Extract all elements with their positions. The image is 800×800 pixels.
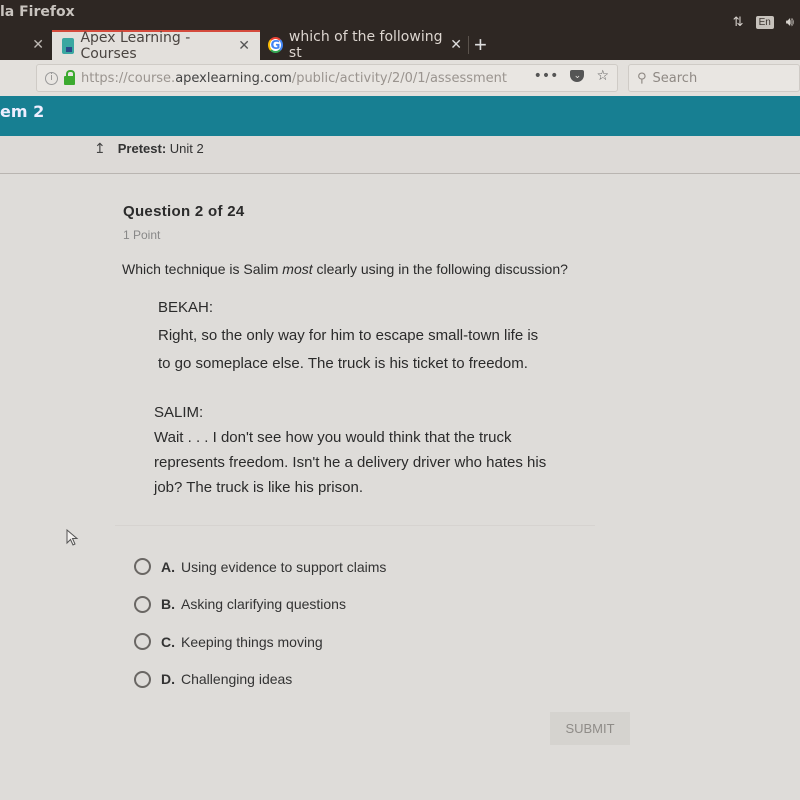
close-icon[interactable]: ✕ — [32, 37, 44, 53]
option-letter: D. — [161, 671, 175, 688]
tab-previous[interactable]: ✕ — [0, 30, 52, 60]
search-placeholder: Search — [652, 70, 698, 86]
tab-divider — [468, 36, 469, 54]
bookmark-star-icon[interactable]: ☆ — [596, 68, 609, 84]
submit-button[interactable]: SUBMIT — [550, 712, 630, 745]
option-letter: B. — [161, 596, 175, 613]
search-input[interactable]: ⚲ Search — [628, 64, 800, 92]
tab-google-search[interactable]: G which of the following st ✕ — [262, 29, 468, 61]
lock-icon[interactable] — [64, 69, 75, 85]
tab-label: which of the following st — [288, 29, 443, 61]
speaker-name: BEKAH: — [158, 299, 214, 316]
back-up-arrow-icon[interactable]: ↥ — [94, 140, 106, 157]
tab-strip: ✕ Apex Learning - Courses ✕ G which of t… — [0, 29, 800, 62]
question-prompt: Which technique is Salim most clearly us… — [122, 261, 568, 277]
navigation-bar: i https://course.apexlearning.com/public… — [0, 60, 800, 96]
google-favicon-icon: G — [268, 37, 283, 53]
option-b[interactable]: B. Asking clarifying questions — [134, 586, 386, 624]
tab-label: Apex Learning - Courses — [80, 30, 191, 62]
keyboard-layout-indicator[interactable]: En — [755, 15, 774, 29]
tab-apex-learning[interactable]: Apex Learning - Courses ✕ — [52, 30, 260, 62]
passage-line: Right, so the only way for him to escape… — [158, 327, 539, 344]
volume-icon[interactable]: 🔊︎ — [786, 14, 794, 30]
option-text: Using evidence to support claims — [181, 558, 387, 575]
option-text: Asking clarifying questions — [181, 596, 346, 613]
apex-favicon-icon — [62, 38, 75, 54]
breadcrumb-bar: ↥ Pretest: Unit 2 — [0, 136, 800, 174]
page-actions-icon[interactable]: ••• — [534, 68, 559, 84]
url-bar[interactable]: i https://course.apexlearning.com/public… — [36, 64, 618, 92]
passage-line: job? The truck is like his prison. — [154, 479, 363, 496]
radio-button[interactable] — [134, 558, 151, 576]
passage-line: to go someplace else. The truck is his t… — [158, 355, 528, 372]
content-divider — [115, 525, 595, 526]
option-letter: C. — [161, 633, 175, 650]
breadcrumb[interactable]: ↥ Pretest: Unit 2 — [94, 140, 204, 157]
option-text: Challenging ideas — [181, 671, 293, 688]
header-title: em 2 — [0, 102, 45, 121]
search-icon: ⚲ — [637, 70, 647, 86]
option-a[interactable]: A. Using evidence to support claims — [134, 548, 386, 586]
option-letter: A. — [161, 558, 175, 575]
question-title: Question 2 of 24 — [123, 203, 245, 220]
breadcrumb-value: Unit 2 — [169, 141, 204, 156]
radio-button[interactable] — [134, 633, 151, 651]
pocket-icon[interactable]: ⌄ — [570, 70, 585, 82]
passage-line: represents freedom. Isn't he a delivery … — [154, 454, 547, 471]
new-tab-button[interactable]: + — [474, 32, 487, 58]
window-title: la Firefox — [0, 4, 75, 20]
url-text[interactable]: https://course.apexlearning.com/public/a… — [81, 71, 507, 86]
close-tab-icon[interactable]: ✕ — [450, 37, 462, 53]
breadcrumb-label: Pretest: — [117, 141, 167, 156]
radio-button[interactable] — [134, 595, 151, 613]
passage-line: Wait . . . I don't see how you would thi… — [154, 429, 512, 446]
network-arrows-icon[interactable]: ⇅ — [733, 14, 744, 30]
app-header: em 2 — [0, 96, 800, 136]
mouse-cursor-icon — [66, 529, 79, 546]
option-text: Keeping things moving — [181, 633, 323, 650]
close-tab-icon[interactable]: ✕ — [238, 38, 250, 54]
radio-button[interactable] — [134, 670, 151, 688]
passage-bekah: BEKAH: Right, so the only way for him to… — [158, 294, 618, 378]
system-tray: ⇅ En 🔊︎ — [733, 14, 794, 30]
os-top-bar: la Firefox ⇅ En 🔊︎ — [0, 0, 800, 30]
answer-options: A. Using evidence to support claims B. A… — [134, 548, 386, 698]
option-c[interactable]: C. Keeping things moving — [134, 623, 386, 661]
speaker-name: SALIM: — [154, 404, 204, 421]
passage-salim: SALIM: Wait . . . I don't see how you wo… — [154, 400, 614, 500]
url-actions: ••• ⌄ ☆ — [534, 68, 609, 84]
option-d[interactable]: D. Challenging ideas — [134, 661, 386, 699]
info-icon[interactable]: i — [45, 71, 58, 85]
question-points: 1 Point — [123, 228, 161, 242]
